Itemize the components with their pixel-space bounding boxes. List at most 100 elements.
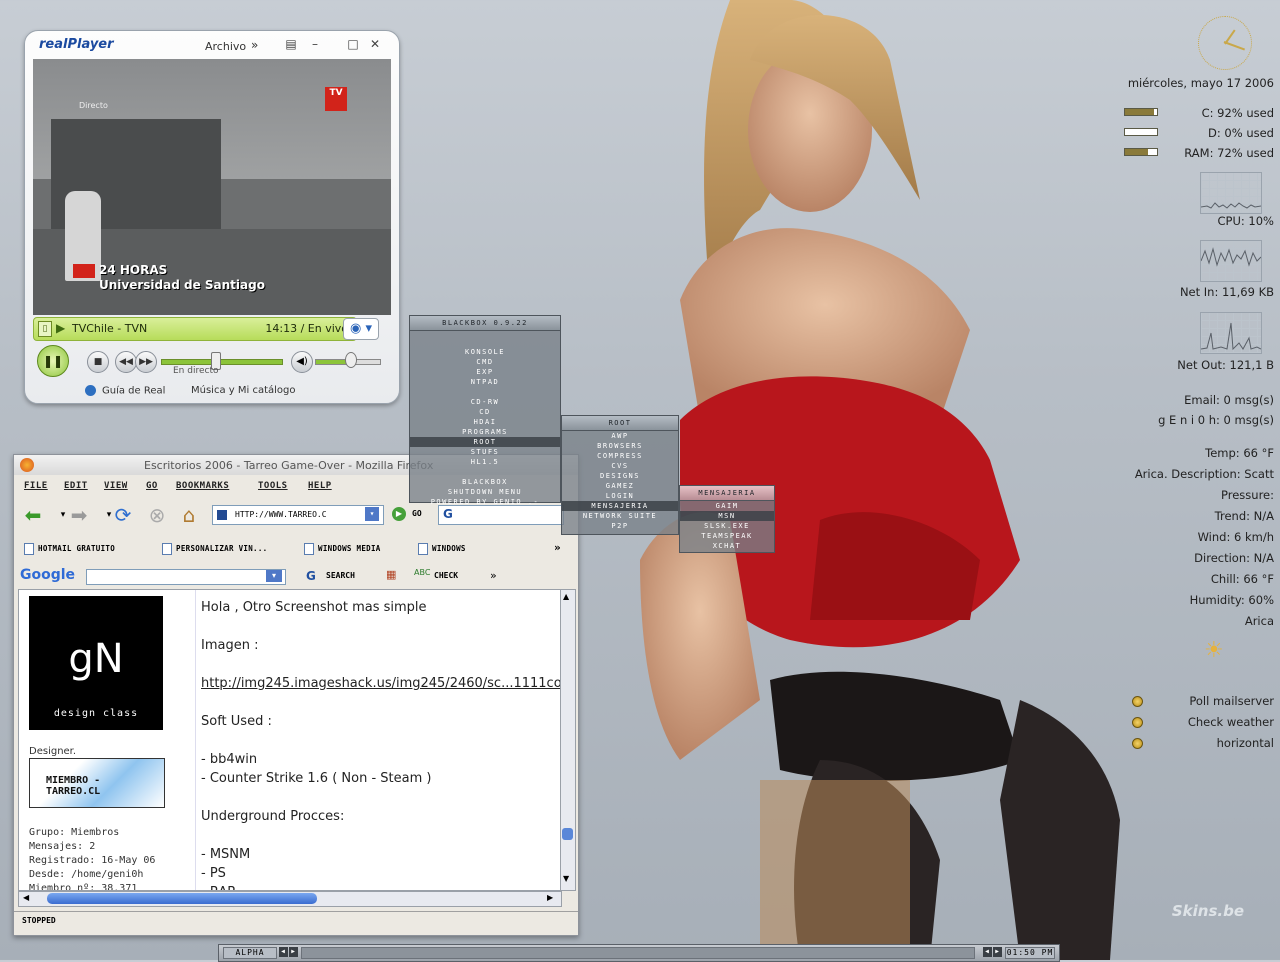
realplayer-window[interactable]: realPlayer Archivo » ▤ – □ ✕ TV Directo …: [24, 30, 400, 404]
scroll-right-arrow-icon[interactable]: ▶: [547, 893, 553, 902]
stop-icon[interactable]: ⊗: [144, 503, 170, 527]
bookmark-hotmail[interactable]: HOTMAIL GRATUITO: [24, 543, 115, 555]
menu-item-compress[interactable]: COMPRESS: [562, 451, 678, 461]
workspace-next-icon[interactable]: ▶: [289, 947, 298, 957]
seek-bar[interactable]: [161, 359, 283, 365]
globe-dropdown-button[interactable]: ◉ ▾: [343, 318, 379, 340]
search-box[interactable]: G: [438, 505, 564, 525]
menu-item-awp[interactable]: AWP: [562, 431, 678, 441]
menu-file[interactable]: FILE: [24, 481, 48, 491]
menu-item-hdai[interactable]: HDAI: [410, 417, 560, 427]
menu-item-mensajeria[interactable]: MENSAJERIA: [562, 501, 678, 511]
home-icon[interactable]: ⌂: [176, 503, 202, 527]
video-area[interactable]: TV Directo 24 HORAS Universidad de Santi…: [33, 59, 391, 315]
workspace-label[interactable]: ALPHA: [223, 947, 277, 959]
window-next-icon[interactable]: ▶: [993, 947, 1002, 957]
poll-mailserver-button[interactable]: Poll mailserver: [1189, 694, 1274, 708]
volume-icon[interactable]: ◀): [291, 351, 313, 373]
menu-item-programs[interactable]: PROGRAMS: [410, 427, 560, 437]
music-link[interactable]: Música y Mi catálogo: [191, 385, 295, 396]
menu-item-konsole[interactable]: KONSOLE: [410, 347, 560, 357]
clip-info-icon[interactable]: ▯: [38, 321, 52, 337]
menu-item-shutdown[interactable]: SHUTDOWN MENU: [410, 487, 560, 497]
previous-button[interactable]: ◀◀: [115, 351, 137, 373]
menu-item-login[interactable]: LOGIN: [562, 491, 678, 501]
status-bar: STOPPED: [14, 911, 578, 930]
bookmark-windows[interactable]: WINDOWS: [418, 543, 466, 555]
menu-item-slsk[interactable]: SLSK.EXE: [680, 521, 774, 531]
wallpaper-watermark: Skins.be: [1171, 902, 1244, 920]
google-overflow-button[interactable]: »: [490, 569, 497, 582]
member-badge: MIEMBRO - TARREO.CL: [29, 758, 165, 808]
vertical-scrollbar[interactable]: ▲ ▼: [560, 589, 576, 891]
menu-item-hl[interactable]: HL1.5: [410, 457, 560, 467]
horizontal-scrollbar[interactable]: ◀ ▶: [18, 891, 562, 907]
image-link[interactable]: http://img245.imageshack.us/img245/2460/…: [201, 676, 561, 691]
google-search-button[interactable]: SEARCH: [326, 571, 355, 580]
menu-item-xchat[interactable]: XCHAT: [680, 541, 774, 551]
forward-arrow-icon[interactable]: ➡: [66, 503, 92, 527]
firefox-window[interactable]: Escritorios 2006 - Tarreo Game-Over - Mo…: [13, 454, 579, 936]
menu-item-designs[interactable]: DESIGNS: [562, 471, 678, 481]
menu-item-root[interactable]: ROOT: [410, 437, 560, 447]
menu-tools[interactable]: TOOLS: [258, 481, 288, 491]
pause-button[interactable]: ❚❚: [37, 345, 69, 377]
vertical-scroll-thumb[interactable]: [562, 828, 573, 840]
workspace-prev-icon[interactable]: ◀: [279, 947, 288, 957]
menu-item-teamspeak[interactable]: TEAMSPEAK: [680, 531, 774, 541]
window-prev-icon[interactable]: ◀: [983, 947, 992, 957]
go-button[interactable]: GO: [412, 509, 422, 518]
google-search-icon[interactable]: G: [443, 507, 453, 521]
check-weather-button[interactable]: Check weather: [1188, 715, 1274, 729]
back-arrow-icon[interactable]: ⬅: [20, 503, 46, 527]
archivo-menu[interactable]: Archivo: [205, 40, 246, 53]
go-icon[interactable]: ▶: [392, 507, 406, 521]
google-input-dropdown-icon[interactable]: ▾: [266, 570, 282, 582]
menu-item-gaim[interactable]: GAIM: [680, 501, 774, 511]
scroll-left-arrow-icon[interactable]: ◀: [23, 893, 29, 902]
address-dropdown-icon[interactable]: ▾: [365, 507, 379, 521]
menu-go[interactable]: GO: [146, 481, 158, 491]
news-icon[interactable]: ▦: [386, 568, 396, 581]
close-icon[interactable]: ✕: [367, 37, 383, 51]
menu-item-blackbox[interactable]: BLACKBOX: [410, 477, 560, 487]
page-content[interactable]: gN design class Designer. MIEMBRO - TARR…: [18, 589, 562, 891]
menu-item-cvs[interactable]: CVS: [562, 461, 678, 471]
menu-bookmarks[interactable]: BOOKMARKS: [176, 481, 229, 491]
volume-handle[interactable]: [345, 352, 357, 368]
menu-item-stufs[interactable]: STUFS: [410, 447, 560, 457]
menu-item-cd[interactable]: CD: [410, 407, 560, 417]
guide-link[interactable]: Guía de Real: [85, 385, 165, 397]
minimize-icon[interactable]: –: [307, 37, 323, 51]
menu-item-msn[interactable]: MSN: [680, 511, 774, 521]
skin-icon[interactable]: ▤: [283, 37, 299, 51]
more-menu-button[interactable]: »: [251, 38, 258, 52]
menu-item-cd-rw[interactable]: CD-RW: [410, 397, 560, 407]
reload-icon[interactable]: ⟳: [110, 503, 136, 527]
task-area[interactable]: [301, 947, 975, 959]
spellcheck-button[interactable]: CHECK: [434, 571, 458, 580]
bookmark-personalizar[interactable]: PERSONALIZAR VIN...: [162, 543, 268, 555]
horizontal-scroll-thumb[interactable]: [47, 893, 317, 904]
menu-item-browsers[interactable]: BROWSERS: [562, 441, 678, 451]
google-search-input[interactable]: [86, 569, 286, 585]
menu-item-p2p[interactable]: P2P: [562, 521, 678, 531]
scroll-down-arrow-icon[interactable]: ▼: [563, 874, 569, 883]
google-logo[interactable]: Google: [20, 567, 75, 583]
menu-item-cmd[interactable]: CMD: [410, 357, 560, 367]
next-button[interactable]: ▶▶: [135, 351, 157, 373]
maximize-icon[interactable]: □: [345, 37, 361, 51]
bookmarks-overflow-button[interactable]: »: [554, 541, 561, 554]
menu-edit[interactable]: EDIT: [64, 481, 88, 491]
menu-view[interactable]: VIEW: [104, 481, 128, 491]
menu-item-gamez[interactable]: GAMEZ: [562, 481, 678, 491]
stop-button[interactable]: ■: [87, 351, 109, 373]
bookmark-windows-media[interactable]: WINDOWS MEDIA: [304, 543, 381, 555]
horizontal-button[interactable]: horizontal: [1217, 736, 1274, 750]
menu-item-exp[interactable]: EXP: [410, 367, 560, 377]
menu-item-ntpad[interactable]: NTPAD: [410, 377, 560, 387]
scroll-up-arrow-icon[interactable]: ▲: [563, 592, 569, 601]
address-bar[interactable]: HTTP://WWW.TARREO.C ▾: [212, 505, 384, 525]
menu-item-network-suite[interactable]: NETWORK SUITE: [562, 511, 678, 521]
menu-help[interactable]: HELP: [308, 481, 332, 491]
